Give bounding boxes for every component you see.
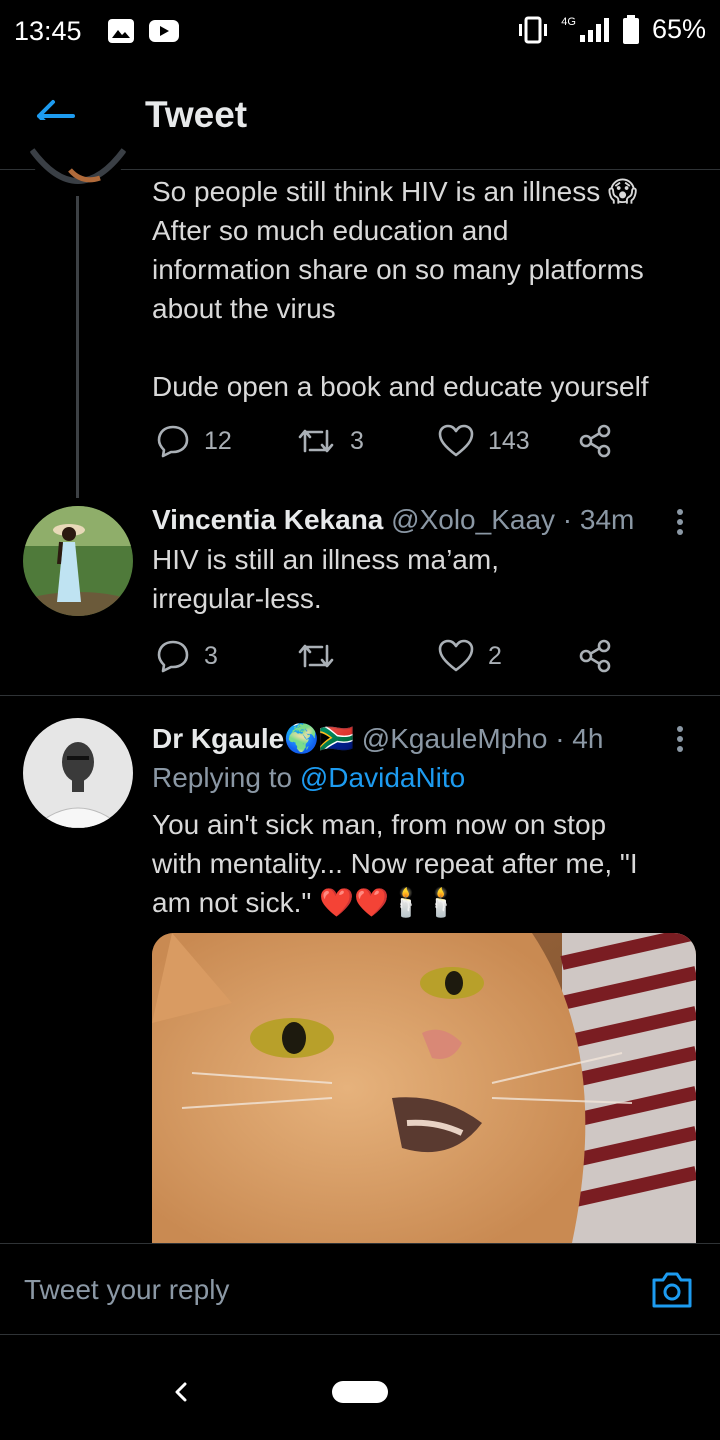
tweet-text: So people still think HIV is an illness … xyxy=(152,176,649,402)
tweet-author-line: Dr Kgaule🌍🇿🇦 @KgauleMpho · 4h xyxy=(152,722,603,755)
avatar-image xyxy=(23,506,133,616)
tweet-text: You ain't sick man, from now on stop wit… xyxy=(152,809,638,918)
replying-to-link[interactable]: @DavidaNito xyxy=(300,762,465,793)
speech-bubble-icon xyxy=(157,640,189,673)
retweet-count: 3 xyxy=(350,426,364,455)
battery-percent: 65% xyxy=(651,14,706,44)
like-count: 143 xyxy=(488,426,530,455)
heart-icon xyxy=(438,424,474,457)
tweet-divider xyxy=(0,695,720,696)
page-title: Tweet xyxy=(145,94,248,135)
like-button[interactable]: 2 xyxy=(438,639,502,673)
replying-to-line: Replying to @DavidaNito xyxy=(152,762,465,794)
tweet-author-line: Vincentia Kekana @Xolo_Kaay · 34m xyxy=(152,504,634,536)
user-handle[interactable]: @Xolo_Kaay xyxy=(391,504,555,535)
retweet-icon xyxy=(298,644,334,668)
like-button[interactable]: 143 xyxy=(438,424,530,458)
retweet-button[interactable] xyxy=(296,639,336,673)
youtube-notification-icon xyxy=(149,20,179,42)
reply-composer-bar: Tweet your reply xyxy=(0,1243,720,1335)
tweet-text: HIV is still an illness ma’am, irregular… xyxy=(152,544,499,614)
reply-button[interactable]: 3 xyxy=(156,639,218,673)
vibrate-icon xyxy=(519,16,548,43)
reply-input[interactable]: Tweet your reply xyxy=(24,1274,229,1306)
cat-photo xyxy=(152,933,696,1243)
thread-connector-line xyxy=(76,196,79,498)
retweet-button[interactable]: 3 xyxy=(296,424,364,458)
more-options-button[interactable] xyxy=(672,722,688,756)
share-button[interactable] xyxy=(578,424,612,458)
tweet-time: · 34m xyxy=(562,504,635,535)
signal-icon xyxy=(579,17,609,42)
tweet-time: · 4h xyxy=(555,723,604,754)
like-count: 2 xyxy=(488,641,502,670)
share-button[interactable] xyxy=(578,639,612,673)
speech-bubble-icon xyxy=(157,425,189,458)
avatar-image xyxy=(30,120,126,196)
heart-icon xyxy=(438,639,474,672)
reply-count: 12 xyxy=(204,426,232,455)
replying-to-label: Replying to xyxy=(152,762,293,793)
more-options-button[interactable] xyxy=(672,505,688,539)
battery-icon xyxy=(622,14,639,44)
retweet-icon xyxy=(298,429,334,453)
status-time: 13:45 xyxy=(14,16,82,46)
vertical-ellipsis-icon xyxy=(677,726,683,732)
reply-button[interactable]: 12 xyxy=(156,424,232,458)
avatar-dr-kgaule[interactable] xyxy=(23,718,133,828)
signal-indicator: 4G xyxy=(561,15,610,43)
avatar-original-author[interactable] xyxy=(30,120,126,196)
system-home-pill[interactable] xyxy=(332,1381,388,1403)
network-type: 4G xyxy=(561,15,576,28)
share-icon xyxy=(579,424,611,458)
tweet-media-image[interactable] xyxy=(152,933,696,1243)
reply-count: 3 xyxy=(204,641,218,670)
vertical-ellipsis-icon xyxy=(677,509,683,515)
camera-icon[interactable] xyxy=(650,1270,694,1310)
share-icon xyxy=(579,639,611,673)
display-name[interactable]: Dr Kgaule🌍🇿🇦 xyxy=(152,723,354,754)
gallery-notification-icon xyxy=(108,19,134,43)
avatar-image xyxy=(23,718,133,828)
avatar-vincentia-kekana[interactable] xyxy=(23,506,133,616)
system-back-icon[interactable] xyxy=(168,1378,194,1406)
user-handle[interactable]: @KgauleMpho xyxy=(362,723,548,754)
display-name[interactable]: Vincentia Kekana xyxy=(152,504,383,535)
status-right: 4G 65% xyxy=(517,14,706,45)
status-bar: 13:45 4G 65% xyxy=(0,0,720,62)
